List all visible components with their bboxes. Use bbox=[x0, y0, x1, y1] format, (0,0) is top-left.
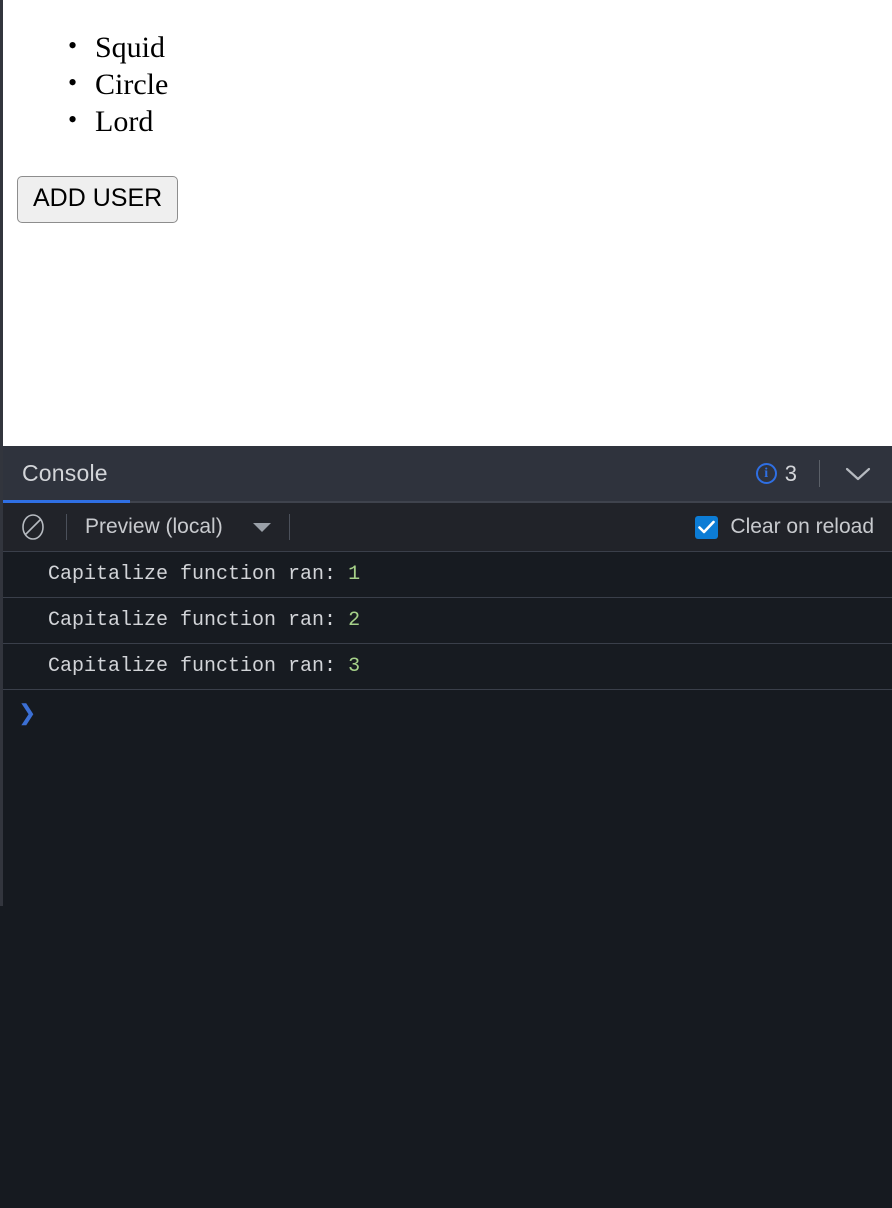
table-row[interactable]: Capitalize function ran: 1 bbox=[0, 552, 892, 598]
tab-console[interactable]: Console bbox=[22, 460, 108, 487]
log-value: 3 bbox=[348, 655, 361, 678]
console-header-right: i 3 bbox=[755, 456, 892, 492]
chevron-down-icon[interactable] bbox=[840, 456, 876, 492]
table-row[interactable]: Capitalize function ran: 2 bbox=[0, 598, 892, 644]
info-count-value: 3 bbox=[784, 460, 797, 486]
list-item: Squid bbox=[0, 27, 168, 66]
console-prompt-input[interactable]: ❯ bbox=[0, 690, 892, 736]
log-value: 2 bbox=[348, 609, 361, 632]
toolbar-divider-right bbox=[288, 514, 290, 540]
log-message: Capitalize function ran: bbox=[48, 655, 349, 678]
log-message: Capitalize function ran: bbox=[48, 563, 349, 586]
caret-down-icon bbox=[252, 522, 271, 532]
log-message: Capitalize function ran: bbox=[48, 609, 349, 632]
info-circle-icon: i bbox=[755, 463, 777, 484]
clear-on-reload-label: Clear on reload bbox=[730, 515, 874, 538]
clear-console-icon[interactable] bbox=[18, 512, 48, 542]
info-count-badge[interactable]: i 3 bbox=[755, 460, 797, 487]
preview-pane: Squid Circle Lord ADD USER bbox=[0, 0, 892, 446]
table-row[interactable]: Capitalize function ran: 3 bbox=[0, 644, 892, 690]
tab-console-label: Console bbox=[22, 460, 108, 486]
panel-left-edge bbox=[0, 0, 3, 906]
header-divider bbox=[819, 460, 820, 487]
log-value: 1 bbox=[348, 563, 361, 586]
clear-on-reload-checkbox[interactable] bbox=[695, 515, 719, 539]
clear-on-reload-control[interactable]: Clear on reload bbox=[695, 515, 892, 539]
toolbar-divider-left bbox=[66, 514, 67, 540]
prompt-chevron-icon: ❯ bbox=[18, 700, 37, 725]
add-user-button[interactable]: ADD USER bbox=[17, 176, 179, 223]
list-item: Lord bbox=[0, 101, 168, 140]
console-toolbar: Preview (local) Clear on reload bbox=[0, 503, 892, 552]
user-list: Squid Circle Lord bbox=[0, 27, 168, 140]
console-log-list: Capitalize function ran: 1 Capitalize fu… bbox=[0, 552, 892, 690]
console-panel: Console i 3 Preview (local) Clear on rel… bbox=[0, 446, 892, 1208]
context-selector-label: Preview (local) bbox=[85, 515, 223, 538]
console-header: Console i 3 bbox=[0, 446, 892, 503]
context-selector[interactable]: Preview (local) bbox=[85, 515, 271, 539]
list-item: Circle bbox=[0, 64, 168, 103]
